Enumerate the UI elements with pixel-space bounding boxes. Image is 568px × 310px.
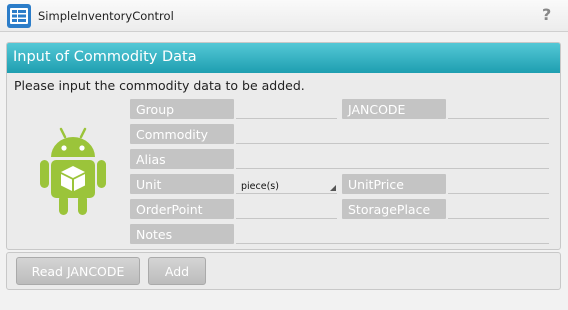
unit-select-value: piece(s) <box>241 181 279 192</box>
commodity-field[interactable] <box>236 124 549 144</box>
orderpoint-field[interactable] <box>236 199 337 219</box>
notes-label: Notes <box>130 224 234 244</box>
app-title: SimpleInventoryControl <box>38 9 174 23</box>
commodity-input-panel: Input of Commodity Data Please input the… <box>6 42 561 250</box>
alias-label: Alias <box>130 149 234 169</box>
add-button[interactable]: Add <box>148 257 206 285</box>
button-bar: Read JANCODE Add <box>6 252 561 290</box>
help-icon[interactable]: ? <box>542 5 551 24</box>
unitprice-label: UnitPrice <box>342 174 446 194</box>
instructions-text: Please input the commodity data to be ad… <box>14 78 305 93</box>
inventory-app-icon <box>7 4 31 28</box>
dropdown-caret-icon <box>330 185 336 191</box>
panel-header: Input of Commodity Data <box>7 43 560 73</box>
action-bar: SimpleInventoryControl ? <box>0 0 568 32</box>
unitprice-field[interactable] <box>448 174 549 194</box>
read-jancode-button[interactable]: Read JANCODE <box>16 257 140 285</box>
storageplace-field[interactable] <box>448 199 549 219</box>
group-field[interactable] <box>236 99 337 119</box>
unit-label: Unit <box>130 174 234 194</box>
group-label: Group <box>130 99 234 119</box>
jancode-field[interactable] <box>448 99 549 119</box>
orderpoint-label: OrderPoint <box>130 199 234 219</box>
android-robot-box-icon <box>39 125 107 217</box>
storageplace-label: StoragePlace <box>342 199 446 219</box>
panel-title: Input of Commodity Data <box>13 49 197 65</box>
commodity-label: Commodity <box>130 124 234 144</box>
unit-select[interactable]: piece(s) <box>236 174 337 194</box>
jancode-label: JANCODE <box>342 99 446 119</box>
notes-field[interactable] <box>236 224 549 244</box>
alias-field[interactable] <box>236 149 549 169</box>
